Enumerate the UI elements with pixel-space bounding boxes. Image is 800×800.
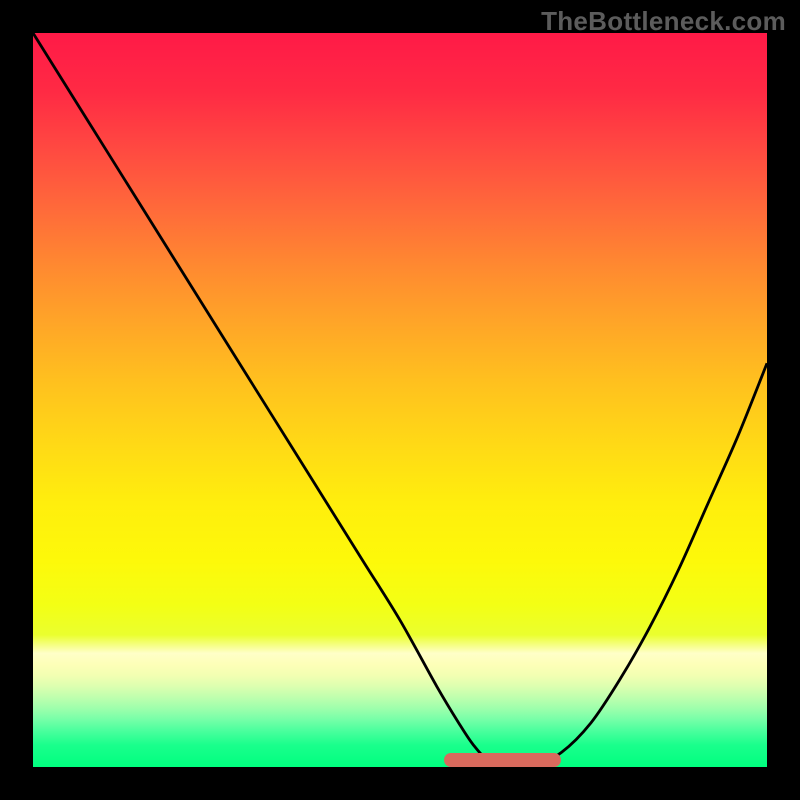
curve-path: [33, 33, 767, 767]
plot-area: [33, 33, 767, 767]
optimal-range-band: [33, 753, 767, 767]
chart-frame: TheBottleneck.com: [0, 0, 800, 800]
bottleneck-curve: [33, 33, 767, 767]
watermark-text: TheBottleneck.com: [541, 6, 786, 37]
optimal-range-segment: [444, 753, 561, 767]
